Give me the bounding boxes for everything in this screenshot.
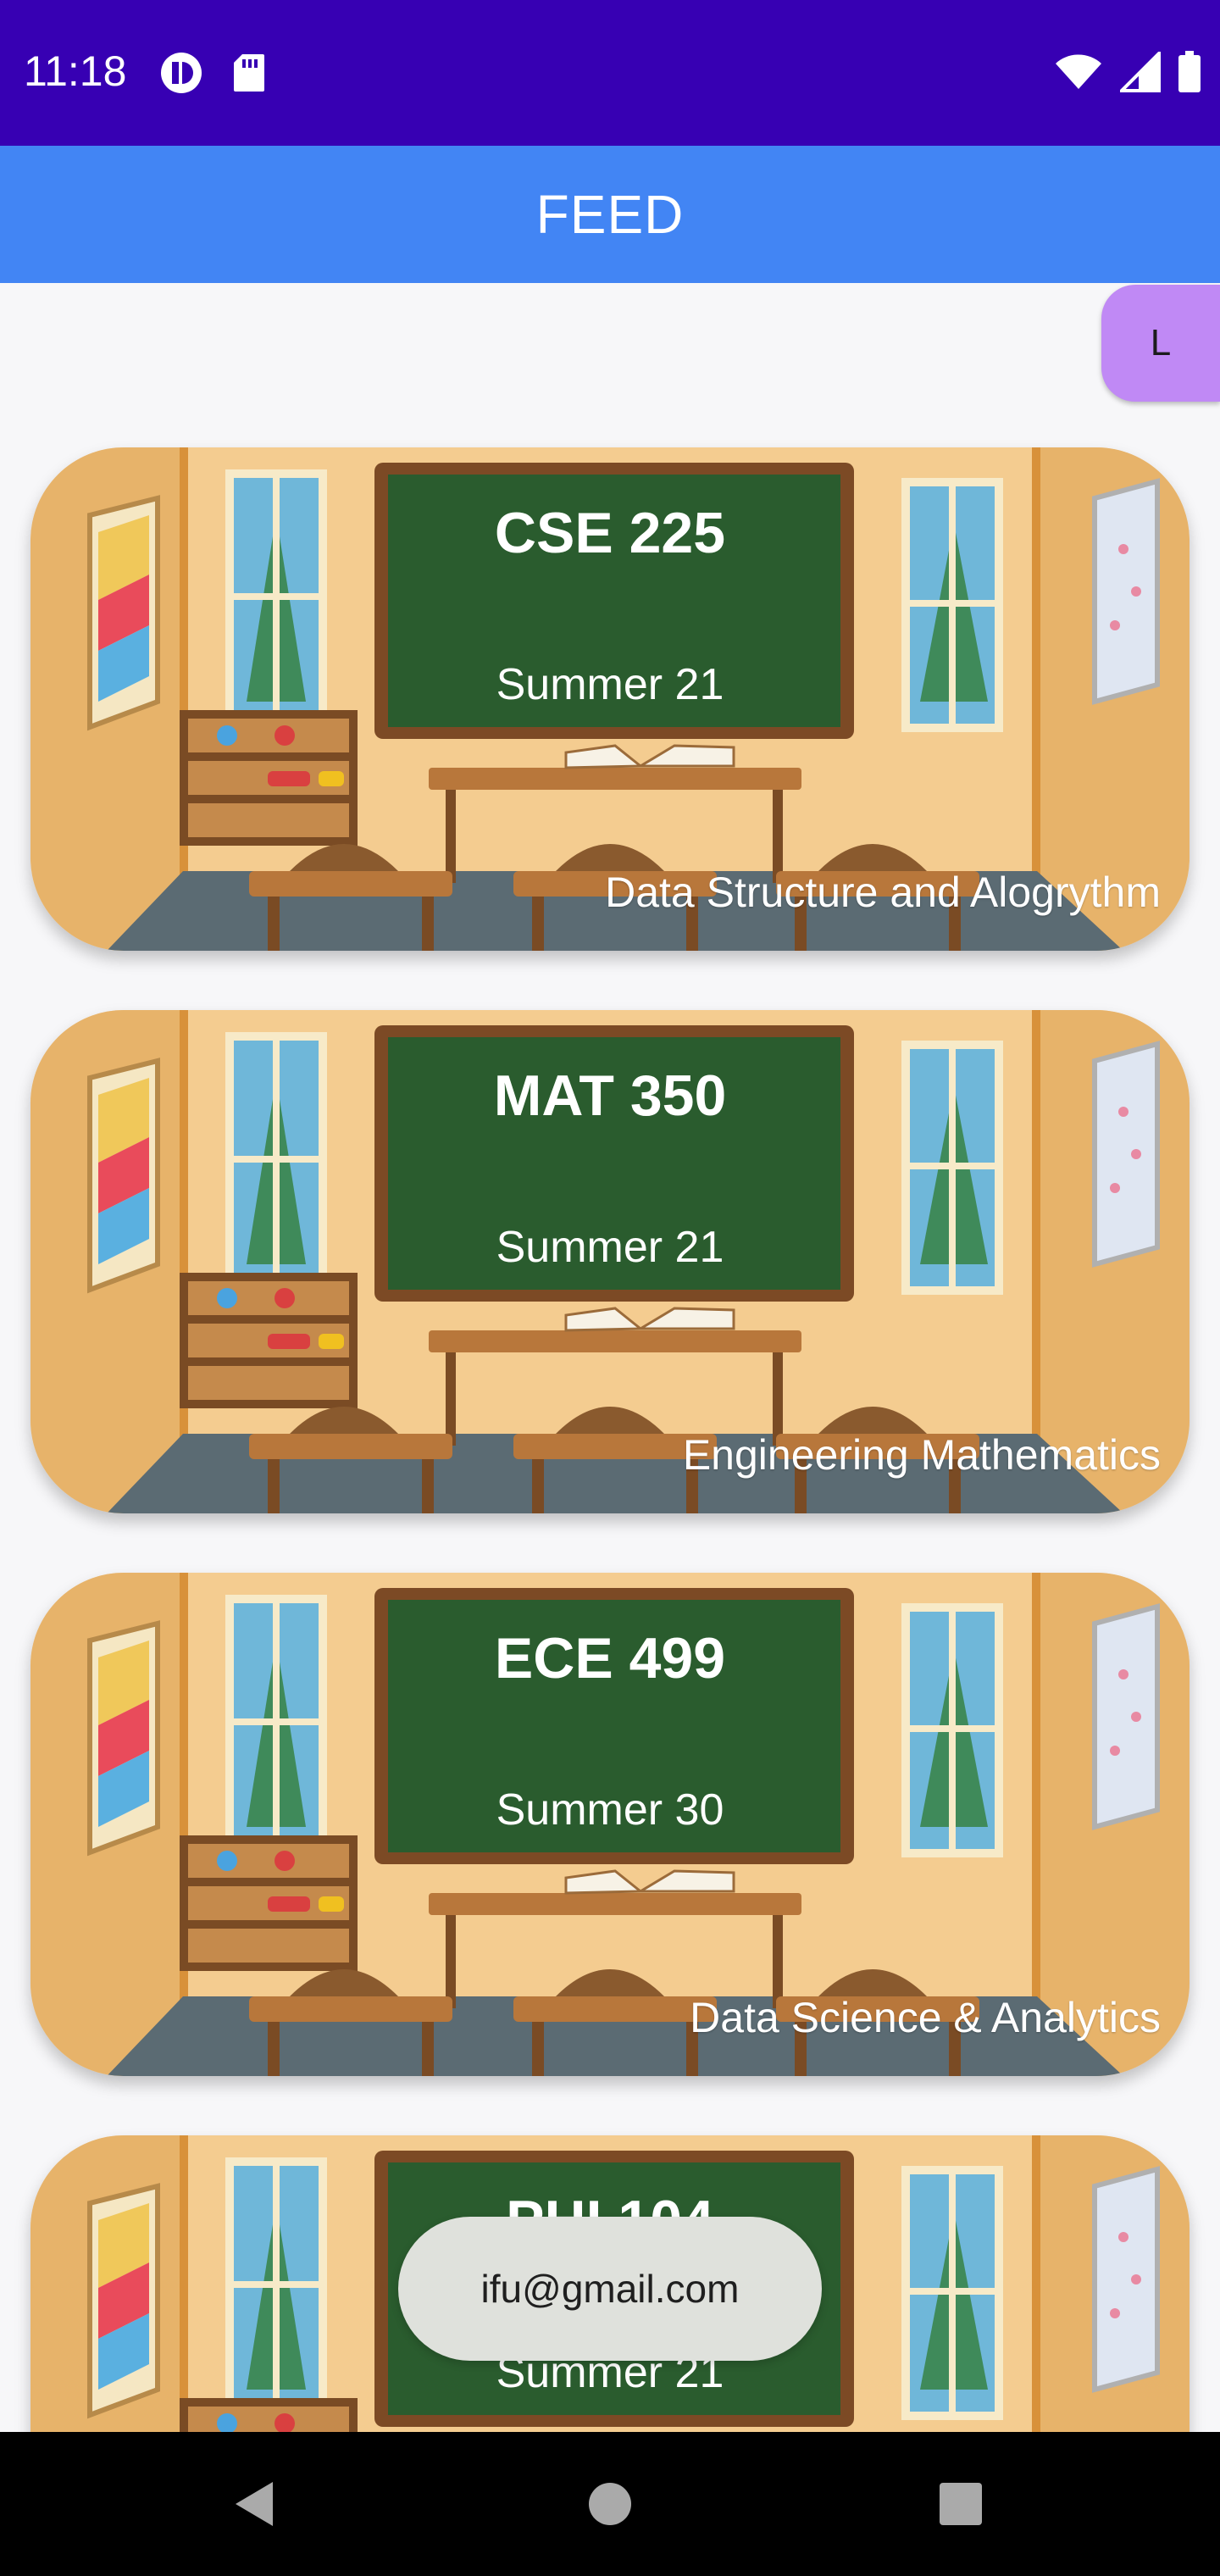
home-icon [589, 2483, 631, 2525]
course-name: Engineering Mathematics [682, 1431, 1161, 1479]
course-code: ECE 499 [494, 1626, 726, 1690]
page-title: FEED [535, 184, 685, 245]
avatar-initial: L [1150, 322, 1172, 364]
toast-text: ifu@gmail.com [480, 2267, 740, 2311]
signal-icon [1117, 49, 1161, 97]
course-code: MAT 350 [493, 1063, 727, 1128]
course-term: Summer 30 [496, 1785, 724, 1835]
course-name: Data Structure and Alogrythm [605, 869, 1161, 916]
course-card[interactable]: ECE 499 Summer 30 Data Science & Analytics [30, 1573, 1190, 2076]
battery-icon [1178, 51, 1201, 97]
app-bar: FEED [0, 146, 1220, 283]
course-card[interactable]: CSE 225 Summer 21 Data Structure and Alogr… [30, 447, 1190, 951]
course-card[interactable]: MAT 350 Summer 21 Engineering Mathematics [30, 1010, 1190, 1513]
account-email-toast: ifu@gmail.com [398, 2217, 822, 2361]
status-icons-left [159, 51, 266, 99]
recents-button[interactable] [918, 2462, 1003, 2546]
status-icons-right [1054, 49, 1201, 97]
recents-icon [940, 2483, 982, 2525]
course-term: Summer 21 [496, 1223, 724, 1272]
sd-card-icon [232, 53, 266, 97]
notification-icon [159, 51, 203, 99]
profile-avatar-button[interactable]: L [1101, 285, 1220, 402]
status-bar: 11:18 [0, 0, 1220, 146]
back-icon [236, 2482, 273, 2526]
navigation-bar [0, 2432, 1220, 2576]
home-button[interactable] [568, 2462, 652, 2546]
course-list: CSE 225 Summer 21 Data Structure and Alogr… [0, 447, 1220, 2432]
course-term: Summer 21 [496, 660, 724, 709]
course-code: CSE 225 [494, 501, 726, 565]
course-feed[interactable]: CSE 225 Summer 21 Data Structure and Alogr… [0, 283, 1220, 2432]
wifi-icon [1054, 53, 1103, 95]
course-name: Data Science & Analytics [690, 1994, 1161, 2041]
status-time: 11:18 [24, 47, 127, 95]
back-button[interactable] [212, 2462, 297, 2546]
